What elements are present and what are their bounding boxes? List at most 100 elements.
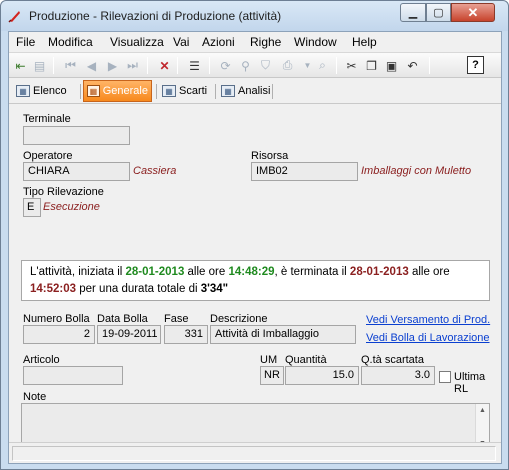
close-icon: ✕ <box>467 4 479 20</box>
tab-generale[interactable]: ▦ Generale <box>83 80 152 102</box>
search-document-icon[interactable]: ⌕ <box>314 57 331 74</box>
paste-icon[interactable]: ▣ <box>383 57 400 74</box>
tab-elenco[interactable]: ▦ Elenco <box>13 80 70 102</box>
end-date: 28-01-2013 <box>349 266 409 278</box>
status-bar <box>9 442 501 463</box>
summary-text: L'attività, iniziata il <box>30 266 126 278</box>
last-record-icon[interactable]: ⏭ <box>124 57 141 74</box>
refresh-icon[interactable]: ⟳ <box>217 57 234 74</box>
print-preview-icon[interactable]: ▤ <box>31 57 48 74</box>
tipo-rilevazione-field[interactable]: E <box>23 198 41 217</box>
menu-vai[interactable]: Vai <box>173 35 189 49</box>
cut-icon[interactable]: ✂ <box>343 57 360 74</box>
terminale-field[interactable] <box>23 126 130 145</box>
window-title: Produzione - Rilevazioni di Produzione (… <box>29 9 282 23</box>
tab-label: Scarti <box>179 85 208 97</box>
toolbar-separator <box>53 57 54 74</box>
tab-scarti[interactable]: ▦ Scarti <box>159 80 210 102</box>
tab-separator <box>80 84 81 99</box>
close-button[interactable]: ✕ <box>451 3 495 22</box>
operatore-description: Cassiera <box>133 165 177 177</box>
summary-text: alle ore <box>184 266 229 278</box>
tab-label: Elenco <box>33 85 67 97</box>
minimize-button[interactable]: ▁ <box>400 3 426 22</box>
start-time: 14:48:29 <box>228 266 275 278</box>
toolbar-separator <box>336 57 337 74</box>
ultima-rl-label: Ultima RL <box>454 371 486 395</box>
help-button[interactable]: ? <box>467 56 484 74</box>
previous-record-icon[interactable]: ◀ <box>83 57 100 74</box>
help-icon: ? <box>472 59 479 71</box>
activity-summary-box: L'attività, iniziata il 28-01-2013 alle … <box>21 260 490 301</box>
menu-modifica[interactable]: Modifica <box>48 35 93 49</box>
app-icon <box>8 11 20 23</box>
generale-form: Terminale Operatore CHIARA Cassiera Riso… <box>9 105 501 451</box>
maximize-button[interactable]: ▢ <box>426 3 451 22</box>
menu-bar: File Modifica Visualizza Vai Azioni Righ… <box>9 32 501 51</box>
risorsa-description: Imballaggi con Muletto <box>361 165 472 177</box>
vedi-bolla-link[interactable]: Vedi Bolla di Lavorazione <box>366 332 490 344</box>
form-icon: ▦ <box>87 85 100 97</box>
numero-bolla-label: Numero Bolla <box>23 313 90 325</box>
first-record-icon[interactable]: ⏮ <box>62 57 79 74</box>
ultima-rl-checkbox[interactable] <box>439 371 451 383</box>
note-label: Note <box>23 391 47 403</box>
fase-field[interactable]: 331 <box>164 325 208 344</box>
duration: 3'34" <box>200 283 229 295</box>
toolbar-separator <box>147 57 148 74</box>
numero-bolla-field[interactable]: 2 <box>23 325 95 344</box>
summary-text: per una durata totale di <box>76 283 201 295</box>
descrizione-field[interactable]: Attività di Imballaggio <box>210 325 356 344</box>
scroll-up-icon[interactable]: ▲ <box>479 407 486 414</box>
tab-separator <box>272 84 273 99</box>
minimize-icon: ▁ <box>408 7 418 19</box>
application-window: Produzione - Rilevazioni di Produzione (… <box>0 0 509 470</box>
end-time: 14:52:03 <box>30 283 77 295</box>
fase-label: Fase <box>164 313 189 325</box>
data-bolla-field[interactable]: 19-09-2011 <box>97 325 161 344</box>
risorsa-label: Risorsa <box>251 150 289 162</box>
printer-icon[interactable]: ⎙ <box>279 57 296 74</box>
operatore-label: Operatore <box>23 150 73 162</box>
menu-visualizza[interactable]: Visualizza <box>110 35 164 49</box>
copy-icon[interactable]: ❐ <box>363 57 380 74</box>
toolbar-separator <box>429 57 430 74</box>
articolo-field[interactable] <box>23 366 123 385</box>
descrizione-label: Descrizione <box>210 313 268 325</box>
quantita-field[interactable]: 15.0 <box>285 366 359 385</box>
exit-icon[interactable]: ⇤ <box>12 57 29 74</box>
undo-icon[interactable]: ↶ <box>404 57 421 74</box>
filter-icon[interactable]: ⚲ <box>237 57 254 74</box>
qta-scartata-field[interactable]: 3.0 <box>361 366 435 385</box>
tab-separator <box>215 84 216 99</box>
next-record-icon[interactable]: ▶ <box>104 57 121 74</box>
maximize-icon: ▢ <box>433 7 444 19</box>
list-icon[interactable]: ☰ <box>186 57 203 74</box>
menu-help[interactable]: Help <box>352 35 377 49</box>
tipo-rilevazione-description: Esecuzione <box>43 201 100 213</box>
form-icon: ▦ <box>221 85 235 97</box>
risorsa-field[interactable]: IMB02 <box>251 162 358 181</box>
quantita-label: Quantità <box>285 354 327 366</box>
delete-icon[interactable]: ✕ <box>156 57 173 74</box>
tab-bar: ▦ Elenco ▦ Generale ▦ Scarti ▦ Analisi <box>9 79 501 104</box>
menu-file[interactable]: File <box>16 35 35 49</box>
form-icon: ▦ <box>162 85 176 97</box>
terminale-label: Terminale <box>23 113 71 125</box>
um-field[interactable]: NR <box>260 366 284 385</box>
title-bar[interactable]: Produzione - Rilevazioni di Produzione (… <box>1 1 508 31</box>
filter-remove-icon[interactable]: ⛉ <box>257 57 274 74</box>
menu-righe[interactable]: Righe <box>250 35 281 49</box>
vedi-versamento-link[interactable]: Vedi Versamento di Prod. <box>366 314 490 326</box>
tab-separator <box>156 84 157 99</box>
data-bolla-label: Data Bolla <box>97 313 148 325</box>
um-label: UM <box>260 354 278 366</box>
menu-window[interactable]: Window <box>294 35 337 49</box>
tab-analisi[interactable]: ▦ Analisi <box>218 80 273 102</box>
operatore-field[interactable]: CHIARA <box>23 162 130 181</box>
menu-azioni[interactable]: Azioni <box>202 35 235 49</box>
start-date: 28-01-2013 <box>125 266 185 278</box>
tab-label: Analisi <box>238 85 271 97</box>
tipo-rilevazione-label: Tipo Rilevazione <box>23 186 104 198</box>
summary-text: alle ore <box>408 266 450 278</box>
